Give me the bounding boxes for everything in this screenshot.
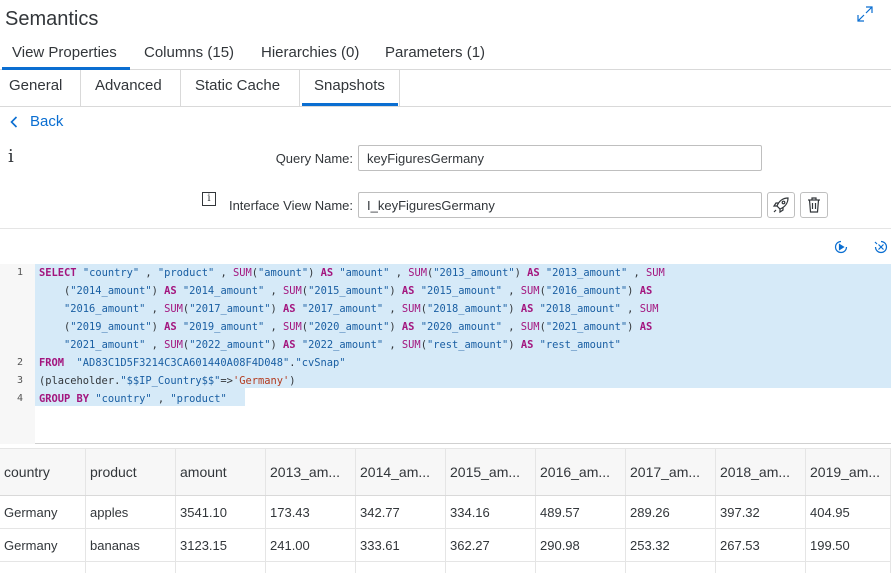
code-line: ("2019_amount") AS "2019_amount" , SUM("… (39, 321, 653, 333)
table-cell[interactable]: 241.00 (266, 529, 356, 562)
table-cell[interactable]: 289.26 (626, 496, 716, 529)
line-number: 2 (16, 357, 23, 368)
tab-advanced[interactable]: Advanced (95, 70, 162, 106)
table-cell (356, 562, 446, 573)
table-cell (806, 562, 891, 573)
table-cell[interactable]: 397.32 (716, 496, 806, 529)
code-line: FROM "AD83C1D5F3214C3CA601440A08F4D048".… (39, 357, 346, 369)
column-header[interactable]: 2018_am... (716, 449, 806, 495)
column-header[interactable]: product (86, 449, 176, 495)
table-cell[interactable]: Germany (0, 496, 86, 529)
column-header[interactable]: 2019_am... (806, 449, 891, 495)
trash-icon (808, 197, 820, 213)
tab-static-cache[interactable]: Static Cache (195, 70, 280, 106)
table-cell (86, 562, 176, 573)
code-line: "2016_amount" , SUM("2017_amount") AS "2… (64, 303, 659, 315)
tab-view-properties[interactable]: View Properties (12, 44, 117, 61)
table-cell[interactable]: 342.77 (356, 496, 446, 529)
table-cell[interactable]: 253.32 (626, 529, 716, 562)
table-cell[interactable]: 3123.15 (176, 529, 266, 562)
back-label: Back (30, 113, 64, 130)
code-line: SELECT "country" , "product" , SUM("amou… (39, 267, 665, 279)
tab-separator (299, 70, 300, 106)
code-line: (placeholder."$$IP_Country$$"=>'Germany'… (39, 375, 296, 387)
interface-info-icon[interactable]: i (202, 192, 216, 206)
column-header[interactable]: amount (176, 449, 266, 495)
page-title: Semantics (5, 8, 99, 30)
table-cell (716, 562, 806, 573)
tab-parameters[interactable]: Parameters (1) (385, 44, 485, 61)
tab-separator (180, 70, 181, 106)
table-cell (536, 562, 626, 573)
column-header[interactable]: 2017_am... (626, 449, 716, 495)
code-line: "2021_amount" , SUM("2022_amount") AS "2… (64, 339, 621, 351)
info-icon[interactable]: i (8, 146, 14, 167)
column-header[interactable]: 2016_am... (536, 449, 626, 495)
sql-editor[interactable]: 1 2 3 4 SELECT "country" , "product" , S… (0, 264, 891, 444)
chevron-left-icon (10, 115, 18, 128)
column-header[interactable]: 2015_am... (446, 449, 536, 495)
tab-separator (80, 70, 81, 106)
rocket-icon (772, 197, 789, 214)
table-cell[interactable]: apples (86, 496, 176, 529)
results-table: country product amount 2013_am... 2014_am...… (0, 448, 891, 573)
table-cell[interactable]: 333.61 (356, 529, 446, 562)
table-cell[interactable]: 290.98 (536, 529, 626, 562)
column-header[interactable]: 2013_am... (266, 449, 356, 495)
secondary-tab-bar: General Advanced Static Cache Snapshots (0, 70, 891, 107)
clear-icon[interactable] (873, 239, 889, 255)
column-header[interactable]: 2014_am... (356, 449, 446, 495)
tab-columns[interactable]: Columns (15) (144, 44, 234, 61)
code-line: ("2014_amount") AS "2014_amount" , SUM("… (39, 285, 653, 297)
primary-tab-bar: View Properties Columns (15) Hierarchies… (0, 40, 891, 70)
table-cell[interactable]: 404.95 (806, 496, 891, 529)
table-cell[interactable]: 173.43 (266, 496, 356, 529)
back-button[interactable]: Back (10, 113, 63, 130)
query-name-label: Query Name: (275, 151, 353, 166)
table-cell[interactable]: 362.27 (446, 529, 536, 562)
line-number: 3 (16, 375, 23, 386)
interface-view-name-field[interactable]: I_keyFiguresGermany (358, 192, 762, 218)
tab-separator (399, 70, 400, 106)
table-cell (176, 562, 266, 573)
table-cell (446, 562, 536, 573)
table-cell (266, 562, 356, 573)
table-cell[interactable]: bananas (86, 529, 176, 562)
play-icon[interactable] (833, 239, 849, 255)
tab-snapshots[interactable]: Snapshots (314, 70, 385, 106)
code-line: GROUP BY "country" , "product" (39, 393, 227, 405)
deploy-button[interactable] (767, 192, 795, 218)
interface-view-name-label: Interface View Name: (228, 198, 353, 213)
table-cell[interactable]: 3541.10 (176, 496, 266, 529)
line-number: 1 (16, 267, 23, 278)
delete-button[interactable] (800, 192, 828, 218)
table-cell[interactable]: 489.57 (536, 496, 626, 529)
table-cell[interactable]: 267.53 (716, 529, 806, 562)
editor-toolbar (0, 228, 891, 264)
active-subtab-indicator (302, 103, 398, 106)
line-number-gutter: 1 2 3 4 (0, 264, 35, 444)
column-header[interactable]: country (0, 449, 86, 495)
tab-general[interactable]: General (9, 70, 62, 106)
expand-icon[interactable] (856, 5, 876, 25)
query-name-field[interactable]: keyFiguresGermany (358, 145, 762, 171)
table-cell (0, 562, 86, 573)
table-cell[interactable]: 199.50 (806, 529, 891, 562)
table-cell (626, 562, 716, 573)
table-cell[interactable]: 334.16 (446, 496, 536, 529)
line-number: 4 (16, 393, 23, 404)
tab-hierarchies[interactable]: Hierarchies (0) (261, 44, 359, 61)
table-cell[interactable]: Germany (0, 529, 86, 562)
